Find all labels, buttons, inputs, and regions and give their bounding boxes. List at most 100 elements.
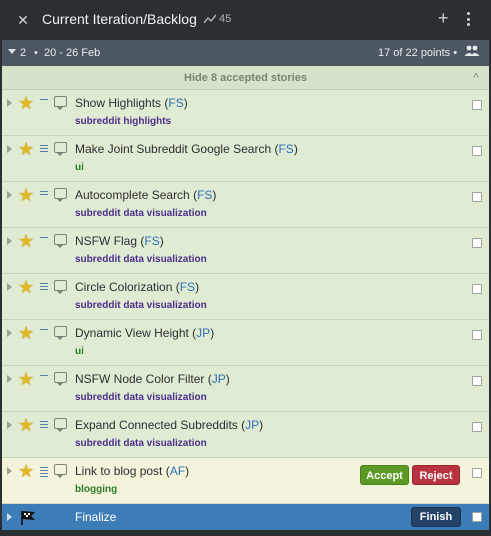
comment-icon bbox=[54, 418, 67, 432]
expand-icon[interactable] bbox=[7, 191, 12, 199]
feature-star-icon: ★ bbox=[18, 93, 35, 113]
estimate-icon bbox=[40, 145, 48, 155]
story-owner[interactable]: FS bbox=[278, 142, 293, 156]
estimate-icon bbox=[40, 99, 48, 109]
expand-icon[interactable] bbox=[7, 421, 12, 429]
story-row[interactable]: ★ Show Highlights (FS) subreddit highlight… bbox=[2, 90, 489, 136]
expand-icon[interactable] bbox=[7, 283, 12, 291]
reject-button[interactable]: Reject bbox=[412, 465, 460, 485]
more-vertical-icon[interactable] bbox=[463, 9, 473, 29]
iteration-dates: 20 - 26 Feb bbox=[44, 47, 101, 59]
story-label[interactable]: ui bbox=[75, 162, 84, 174]
estimate-icon bbox=[40, 329, 48, 339]
story-title[interactable]: Circle Colorization (FS) bbox=[75, 279, 199, 295]
story-select-checkbox[interactable] bbox=[472, 330, 482, 340]
story-title[interactable]: Show Highlights (FS) bbox=[75, 95, 188, 111]
story-title[interactable]: Expand Connected Subreddits (JP) bbox=[75, 417, 263, 433]
finish-button[interactable]: Finish bbox=[411, 507, 461, 527]
story-label[interactable]: subreddit data visualization bbox=[75, 300, 207, 312]
comment-icon bbox=[54, 326, 67, 340]
story-label[interactable]: ui bbox=[75, 346, 84, 358]
story-row[interactable]: ★ NSFW Flag (FS) subreddit data visualizat… bbox=[2, 228, 489, 274]
story-title[interactable]: NSFW Node Color Filter (JP) bbox=[75, 371, 230, 387]
story-owner[interactable]: FS bbox=[168, 96, 183, 110]
story-select-checkbox[interactable] bbox=[472, 284, 482, 294]
feature-star-icon: ★ bbox=[18, 415, 35, 435]
story-row[interactable]: ★ Dynamic View Height (JP) ui bbox=[2, 320, 489, 366]
hide-accepted-toggle[interactable]: Hide 8 accepted stories ^ bbox=[2, 66, 489, 90]
comment-icon bbox=[54, 188, 67, 202]
story-select-checkbox[interactable] bbox=[472, 146, 482, 156]
story-select-checkbox[interactable] bbox=[472, 100, 482, 110]
panel-footer bbox=[0, 530, 491, 536]
story-select-checkbox[interactable] bbox=[472, 192, 482, 202]
expand-icon[interactable] bbox=[7, 145, 12, 153]
story-label[interactable]: subreddit highlights bbox=[75, 116, 171, 128]
story-label[interactable]: subreddit data visualization bbox=[75, 392, 207, 404]
story-owner[interactable]: FS bbox=[144, 234, 159, 248]
iteration-points: 17 of 22 points • bbox=[378, 47, 458, 59]
flag-icon bbox=[21, 511, 35, 525]
estimate-icon bbox=[40, 283, 48, 293]
feature-star-icon: ★ bbox=[18, 323, 35, 343]
iteration-header[interactable]: 2 • 20 - 26 Feb 17 of 22 points • bbox=[2, 40, 489, 66]
story-select-checkbox[interactable] bbox=[472, 422, 482, 432]
expand-icon[interactable] bbox=[7, 467, 12, 475]
estimate-icon bbox=[40, 467, 48, 477]
story-delivered[interactable]: ★ Link to blog post (AF) blogging Accept… bbox=[2, 458, 489, 504]
expand-icon[interactable] bbox=[7, 237, 12, 245]
team-strength-icon[interactable] bbox=[464, 45, 480, 61]
panel-header: ✕ Current Iteration/Backlog 45 + bbox=[0, 0, 491, 40]
panel-title: Current Iteration/Backlog bbox=[42, 11, 197, 27]
story-title[interactable]: NSFW Flag (FS) bbox=[75, 233, 164, 249]
story-row[interactable]: ★ Circle Colorization (FS) subreddit data … bbox=[2, 274, 489, 320]
story-label[interactable]: subreddit data visualization bbox=[75, 254, 207, 266]
estimate-icon bbox=[40, 191, 48, 201]
expand-icon[interactable] bbox=[7, 513, 12, 521]
story-owner[interactable]: JP bbox=[245, 418, 259, 432]
story-title[interactable]: Link to blog post (AF) bbox=[75, 463, 189, 479]
velocity-icon bbox=[204, 14, 216, 24]
estimate-icon bbox=[40, 375, 48, 385]
expand-icon[interactable] bbox=[7, 329, 12, 337]
story-owner[interactable]: JP bbox=[196, 326, 210, 340]
story-label[interactable]: subreddit data visualization bbox=[75, 208, 207, 220]
story-row[interactable]: ★ Autocomplete Search (FS) subreddit data … bbox=[2, 182, 489, 228]
feature-star-icon: ★ bbox=[18, 461, 35, 481]
story-owner[interactable]: AF bbox=[170, 464, 185, 478]
story-title[interactable]: Autocomplete Search (FS) bbox=[75, 187, 216, 203]
story-select-checkbox[interactable] bbox=[472, 376, 482, 386]
chevron-down-icon[interactable] bbox=[8, 49, 16, 54]
story-owner[interactable]: FS bbox=[197, 188, 212, 202]
story-label[interactable]: blogging bbox=[75, 484, 117, 496]
comment-icon bbox=[54, 280, 67, 294]
story-select-checkbox[interactable] bbox=[472, 512, 482, 522]
story-title[interactable]: Dynamic View Height (JP) bbox=[75, 325, 214, 341]
story-select-checkbox[interactable] bbox=[472, 468, 482, 478]
story-title[interactable]: Make Joint Subreddit Google Search (FS) bbox=[75, 141, 298, 157]
feature-star-icon: ★ bbox=[18, 369, 35, 389]
chevron-up-icon: ^ bbox=[473, 72, 479, 83]
story-owner[interactable]: JP bbox=[212, 372, 226, 386]
story-row[interactable]: ★ Make Joint Subreddit Google Search (FS)… bbox=[2, 136, 489, 182]
release-marker[interactable]: Finalize Finish bbox=[2, 504, 489, 530]
comment-icon bbox=[54, 142, 67, 156]
estimate-icon bbox=[40, 237, 48, 247]
expand-icon[interactable] bbox=[7, 99, 12, 107]
story-row[interactable]: ★ Expand Connected Subreddits (JP) subredd… bbox=[2, 412, 489, 458]
story-owner[interactable]: FS bbox=[180, 280, 195, 294]
story-label[interactable]: subreddit data visualization bbox=[75, 438, 207, 450]
iteration-separator: • bbox=[34, 47, 38, 59]
close-icon[interactable]: ✕ bbox=[16, 11, 30, 29]
backlog-panel: ✕ Current Iteration/Backlog 45 + 2 • 20 … bbox=[0, 0, 491, 536]
story-row[interactable]: ★ NSFW Node Color Filter (JP) subreddit da… bbox=[2, 366, 489, 412]
comment-icon bbox=[54, 372, 67, 386]
expand-icon[interactable] bbox=[7, 375, 12, 383]
velocity-indicator[interactable]: 45 bbox=[204, 12, 231, 26]
plus-icon[interactable]: + bbox=[438, 8, 449, 28]
release-title[interactable]: Finalize bbox=[75, 510, 116, 524]
story-select-checkbox[interactable] bbox=[472, 238, 482, 248]
velocity-value: 45 bbox=[219, 13, 232, 25]
accept-button[interactable]: Accept bbox=[360, 465, 409, 485]
comment-icon bbox=[54, 464, 67, 478]
